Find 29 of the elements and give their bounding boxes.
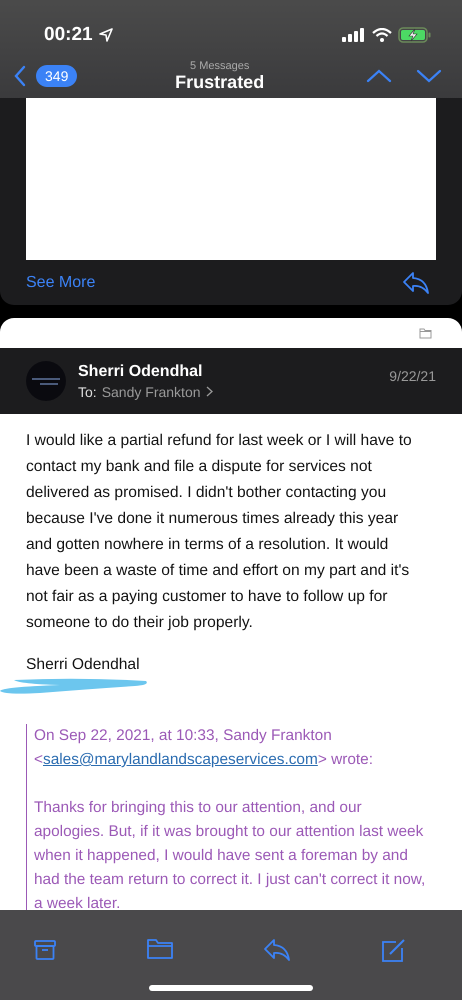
location-arrow-icon <box>98 28 113 42</box>
folder-icon <box>419 328 432 338</box>
reply-icon[interactable] <box>402 270 430 294</box>
message-count: 5 Messages <box>190 60 250 72</box>
status-time: 00:21 <box>44 24 93 46</box>
message-body: I would like a partial refund for last week or I will have to contact my bank and file a dispute for services not delivered as promised. I didn't bother contacting you because I've done it numerous times already this year and gotten nowhere in terms of a resolution. It would have been a waste of time and effort on my part and it's not fair as a paying customer to have to follow up for someone to do their job properly. <box>26 431 413 633</box>
unread-count-badge[interactable]: 349 <box>36 65 78 87</box>
quote-header: On Sep 22, 2021, at 10:33, Sandy Frankton <sales@marylandlandscapeservices.com> wrote: <box>34 726 374 770</box>
archive-icon[interactable] <box>33 938 57 962</box>
email-link[interactable]: sales@marylandlandscapeservices.com <box>43 751 318 768</box>
reply-icon[interactable] <box>263 938 291 962</box>
sender-name: Sherri Odendhal <box>78 362 204 380</box>
up-chevron-icon[interactable] <box>366 69 392 83</box>
back-chevron-icon[interactable] <box>14 65 26 87</box>
message-date: 9/22/21 <box>389 368 436 384</box>
signature-name: Sherri Odendhal <box>26 656 141 674</box>
sender-avatar-icon <box>26 361 66 401</box>
down-chevron-icon[interactable] <box>416 69 442 83</box>
battery-charging-icon <box>398 27 432 43</box>
chevron-right-icon <box>206 386 213 397</box>
to-label: To: <box>78 384 97 400</box>
folder-icon[interactable] <box>146 938 174 960</box>
wifi-icon <box>372 28 392 42</box>
quoted-reply: Thanks for bringing this to our attention, and our apologies. But, if it was brought to our attention last week when it happened, I would have sent a foreman by and had the team return to correct it. I just can't correct it now, a week later. <box>34 798 426 914</box>
see-more-link[interactable]: See More <box>26 274 96 292</box>
signal-icon <box>342 28 366 42</box>
thread-title: Frustrated <box>175 72 264 92</box>
recipient-link[interactable]: Sandy Frankton <box>102 384 201 400</box>
compose-icon[interactable] <box>380 938 406 964</box>
